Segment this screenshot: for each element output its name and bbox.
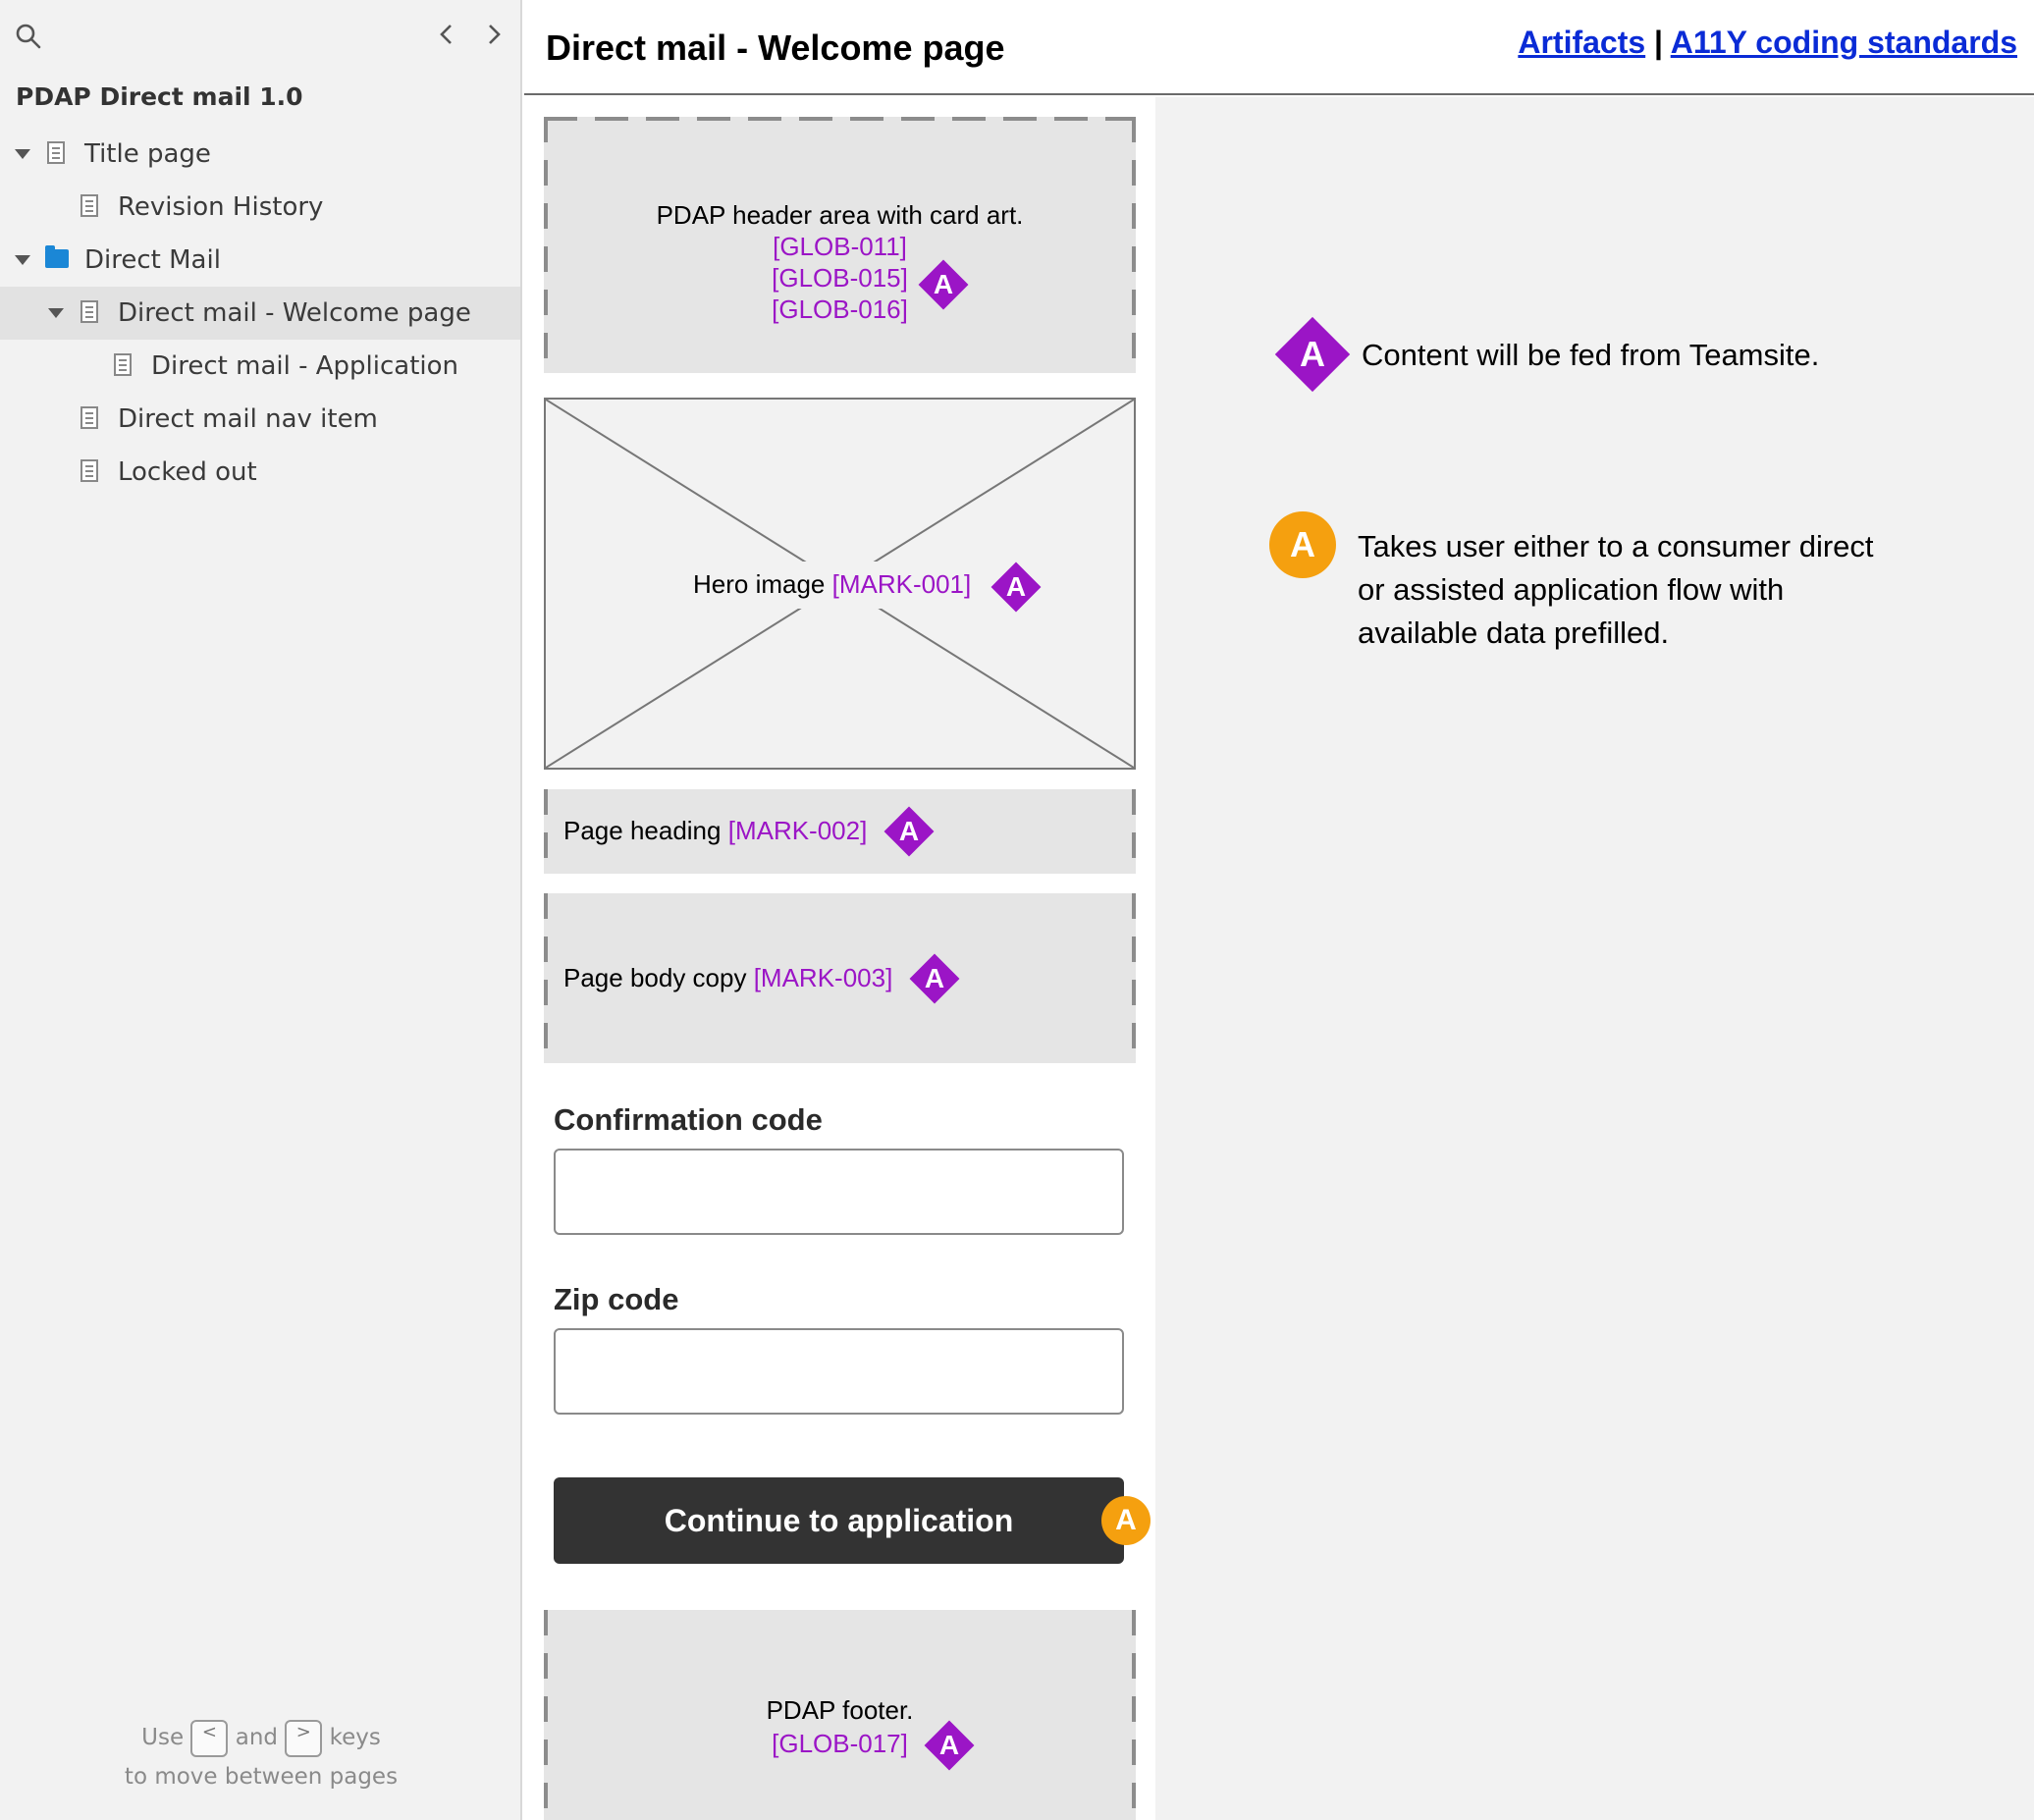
sidebar-item-locked-out[interactable]: Locked out	[0, 446, 520, 499]
page-header: Direct mail - Welcome page Artifacts | A…	[524, 0, 2034, 95]
artifacts-link[interactable]: Artifacts	[1518, 25, 1645, 60]
circle-a-badge-icon: A	[1269, 511, 1336, 578]
link-separator: |	[1654, 25, 1663, 60]
project-title: PDAP Direct mail 1.0	[16, 82, 303, 111]
page-body-text: Page body copy	[563, 963, 747, 992]
page-icon	[114, 353, 132, 376]
glob-code: [GLOB-016]	[772, 294, 908, 324]
diamond-a-letter: A	[1300, 334, 1325, 374]
sidebar-item-label: Direct mail nav item	[118, 404, 378, 434]
footer-block: PDAP footer. [GLOB-017] A	[544, 1610, 1136, 1820]
hero-text: Hero image	[693, 569, 826, 599]
search-icon[interactable]	[14, 22, 43, 51]
dashed-border	[1132, 893, 1136, 1063]
page-tree: Title page Revision History Direct Mail …	[0, 128, 520, 499]
page-body-label: Page body copy [MARK-003]	[563, 962, 892, 993]
zip-code-input[interactable]	[554, 1328, 1124, 1415]
sidebar-item-direct-mail[interactable]: Direct Mail	[0, 234, 520, 287]
page-heading-text: Page heading	[563, 816, 722, 845]
glob-code: [GLOB-011]	[773, 232, 907, 261]
continue-to-application-button[interactable]: Continue to application	[554, 1477, 1124, 1564]
sidebar-item-nav-item[interactable]: Direct mail nav item	[0, 393, 520, 446]
sidebar-item-application[interactable]: Direct mail - Application	[0, 340, 520, 393]
keyboard-hint-line2: to move between pages	[124, 1764, 399, 1790]
caret-down-icon[interactable]	[15, 255, 30, 265]
legend-circle-note-line: or assisted application flow with	[1358, 572, 1785, 607]
sidebar-item-label: Direct mail - Welcome page	[118, 298, 471, 328]
hint-text: keys	[329, 1725, 381, 1750]
keyboard-hint: Use < and > keys to move between pages	[0, 1718, 522, 1796]
page-icon	[80, 194, 98, 217]
chevron-left-icon[interactable]	[432, 20, 461, 49]
header-links: Artifacts | A11Y coding standards	[1518, 25, 2017, 61]
page-icon	[47, 141, 65, 164]
page-icon	[80, 300, 98, 323]
header-area-text: PDAP header area with card art.	[656, 200, 1024, 230]
page-heading-label: Page heading [MARK-002]	[563, 815, 867, 846]
diamond-a-letter: A	[924, 963, 945, 993]
dashed-border	[544, 893, 548, 1063]
glob-code: [GLOB-015]	[772, 263, 908, 293]
confirmation-code-input[interactable]	[554, 1149, 1124, 1235]
hero-image-placeholder: Hero image [MARK-001] A	[544, 398, 1136, 770]
wireframe-frame: PDAP header area with card art. [GLOB-01…	[524, 97, 1155, 1820]
hint-text: and	[235, 1725, 278, 1750]
mark-code: [MARK-003]	[753, 963, 893, 992]
page-icon	[80, 459, 98, 482]
keyboard-hint-line1: Use < and > keys	[0, 1718, 522, 1757]
mark-code: [MARK-002]	[727, 816, 868, 845]
legend-circle-note-line: available data prefilled.	[1358, 616, 1670, 650]
footer-text: PDAP footer.	[766, 1695, 914, 1725]
sidebar-item-revision-history[interactable]: Revision History	[0, 181, 520, 234]
diamond-a-letter: A	[1005, 571, 1027, 602]
diamond-a-letter: A	[898, 816, 920, 846]
prev-key-icon: <	[190, 1719, 229, 1757]
page-heading-block: Page heading [MARK-002] A	[544, 789, 1136, 874]
caret-down-icon[interactable]	[48, 308, 64, 318]
sidebar-item-label: Title page	[84, 139, 211, 169]
page-icon	[80, 406, 98, 429]
sidebar-item-title-page[interactable]: Title page	[0, 128, 520, 181]
sidebar-item-label: Revision History	[118, 192, 324, 222]
folder-icon	[45, 245, 69, 268]
sidebar-toolbar	[0, 0, 522, 71]
sidebar-item-label: Locked out	[118, 457, 257, 487]
hero-label: Hero image [MARK-001]	[693, 568, 971, 600]
sidebar-item-label: Direct Mail	[84, 245, 221, 275]
dashed-border	[544, 117, 1136, 121]
diamond-a-letter: A	[933, 269, 954, 299]
zip-code-label: Zip code	[554, 1282, 679, 1316]
caret-down-icon[interactable]	[15, 149, 30, 159]
legend-diamond-note: Content will be fed from Teamsite.	[1362, 338, 1820, 372]
a11y-standards-link[interactable]: A11Y coding standards	[1671, 25, 2017, 60]
chevron-right-icon[interactable]	[479, 20, 508, 49]
sidebar-item-label: Direct mail - Application	[151, 351, 459, 381]
mark-code: [MARK-001]	[831, 569, 972, 599]
header-area-block: PDAP header area with card art. [GLOB-01…	[544, 117, 1136, 373]
legend-circle-note-line: Takes user either to a consumer direct	[1358, 529, 1874, 563]
glob-code: [GLOB-017]	[772, 1729, 908, 1758]
page-body-block: Page body copy [MARK-003] A	[544, 893, 1136, 1063]
circle-a-badge-icon: A	[1101, 1496, 1151, 1545]
dashed-border	[544, 789, 548, 874]
next-key-icon: >	[285, 1719, 323, 1757]
sidebar: PDAP Direct mail 1.0 Title page Revision…	[0, 0, 522, 1820]
hint-text: Use	[141, 1725, 185, 1750]
wireframe-canvas: PDAP header area with card art. [GLOB-01…	[524, 97, 2034, 1820]
diamond-a-letter: A	[938, 1730, 960, 1760]
page-title: Direct mail - Welcome page	[546, 27, 1005, 68]
sidebar-item-welcome-page[interactable]: Direct mail - Welcome page	[0, 287, 520, 340]
confirmation-code-label: Confirmation code	[554, 1102, 823, 1137]
dashed-border	[1132, 789, 1136, 874]
